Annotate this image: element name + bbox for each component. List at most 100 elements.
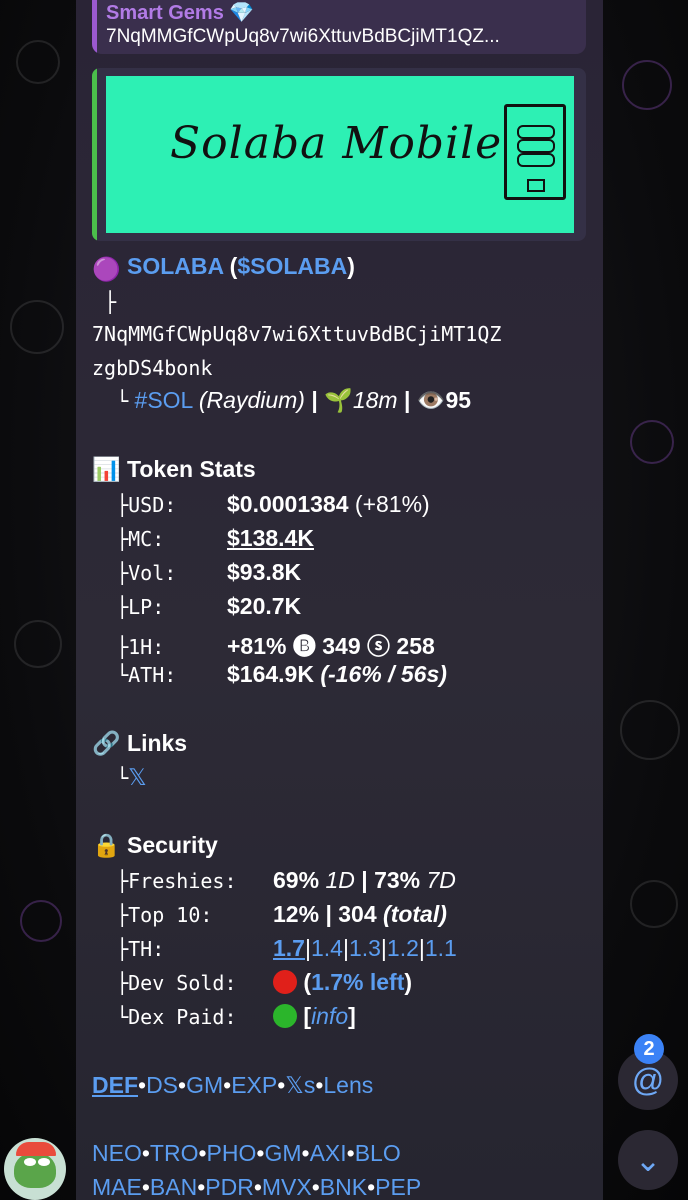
quick-link[interactable]: MVX [262, 1174, 312, 1200]
tree-branch: ├ [92, 290, 116, 314]
chevron-down-icon: ⌄ [634, 1142, 662, 1178]
links-header: 🔗 Links [92, 730, 187, 757]
wallpaper-doodle [630, 880, 678, 928]
th-link[interactable]: 1.1 [425, 935, 457, 961]
quick-link[interactable]: GM [264, 1140, 301, 1166]
token-title: 🟣 SOLABA ($SOLABA) [92, 253, 355, 283]
quick-link[interactable]: BAN [150, 1174, 197, 1200]
security-row-top10: ├Top 10: 12% | 304 (total) [116, 901, 447, 927]
info-link[interactable]: info [311, 1003, 348, 1029]
quick-links-row-2: NEO•TRO•PHO•GM•AXI•BLO [92, 1140, 401, 1166]
stat-extra: (-16% / 56s) [320, 661, 447, 687]
chain-hashtag[interactable]: #SOL [135, 387, 193, 413]
x-link[interactable]: 𝕏 [128, 764, 147, 790]
token-ticker-link[interactable]: $SOLABA [237, 253, 347, 279]
stat-row-usd: ├USD: $0.0001384 (+81%) [116, 491, 430, 517]
stat-row-1h: ├1H: +81% 🅑 349 ⓢ 258 [116, 633, 435, 659]
stat-label: LP: [128, 595, 165, 619]
stat-value: $0.0001384 [227, 491, 349, 517]
token-address-line2[interactable]: zgbDS4bonk [92, 356, 212, 380]
quick-link[interactable]: PHO [207, 1140, 257, 1166]
stat-label: USD: [128, 493, 177, 517]
th-link[interactable]: 1.4 [311, 935, 343, 961]
wallpaper-doodle [14, 620, 62, 668]
tree-prefix: ├ [104, 290, 117, 314]
phone-drawing-icon [504, 104, 566, 200]
quick-link[interactable]: DS [146, 1072, 178, 1098]
quick-link[interactable]: Lens [323, 1072, 373, 1098]
stat-value: $93.8K [227, 559, 302, 585]
reply-accent-bar [92, 0, 97, 54]
stat-row-vol: ├Vol: $93.8K [116, 559, 302, 585]
stat-label: ATH: [128, 663, 177, 687]
message-bubble: Smart Gems 💎 7NqMMGfCWpUq8v7wi6XttuvBdBC… [76, 0, 603, 1200]
green-circle-icon [273, 1004, 297, 1028]
lock-icon: 🔒 [92, 832, 121, 858]
seedling-icon: 🌱 [324, 387, 353, 413]
token-age: 18m [352, 387, 398, 413]
stat-row-ath: └ATH: $164.9K (-16% / 56s) [116, 661, 447, 687]
red-circle-icon [273, 970, 297, 994]
th-link[interactable]: 1.3 [349, 935, 381, 961]
purple-circle-icon: 🟣 [92, 256, 121, 282]
reply-title: Smart Gems 💎 [106, 2, 255, 24]
view-count: 95 [445, 387, 472, 413]
quick-link[interactable]: BNK [320, 1174, 367, 1200]
quick-link[interactable]: BLO [355, 1140, 401, 1166]
separator: | [403, 387, 411, 413]
market-cap-link[interactable]: $138.4K [227, 525, 314, 551]
wallpaper-doodle [620, 700, 680, 760]
reply-preview[interactable]: Smart Gems 💎 7NqMMGfCWpUq8v7wi6XttuvBdBC… [92, 0, 586, 54]
wallpaper-doodle [16, 40, 60, 84]
security-header: 🔒 Security [92, 832, 218, 859]
section-title: Links [127, 730, 188, 756]
handwritten-logo: Solaba Mobile [170, 118, 503, 169]
media-accent-bar [92, 68, 97, 241]
quick-link[interactable]: EXP [231, 1072, 277, 1098]
quick-link[interactable]: MAE [92, 1174, 142, 1200]
at-icon: @ [631, 1061, 665, 1098]
eye-icon: 👁️ [416, 387, 446, 413]
stat-value: $20.7K [227, 593, 302, 619]
media-preview[interactable]: Solaba Mobile [92, 68, 586, 241]
security-row-dex-paid: └Dex Paid: [info] [116, 1003, 356, 1029]
scroll-down-button[interactable]: ⌄ [618, 1130, 678, 1190]
quick-links-row-1: DEF•DS•GM•EXP•𝕏s•Lens [92, 1072, 374, 1098]
dev-left-value: 1.7% left [311, 969, 405, 995]
quick-link[interactable]: GM [186, 1072, 223, 1098]
th-link[interactable]: 1.2 [387, 935, 419, 961]
quick-link[interactable]: NEO [92, 1140, 142, 1166]
wallpaper-doodle [630, 420, 674, 464]
quick-link[interactable]: AXI [310, 1140, 347, 1166]
token-stats-header: 📊 Token Stats [92, 456, 256, 483]
section-title: Token Stats [127, 456, 256, 482]
preview-image: Solaba Mobile [106, 76, 574, 233]
stat-label: Vol: [128, 561, 177, 585]
chart-icon: 📊 [92, 456, 121, 482]
sender-avatar[interactable] [4, 1138, 66, 1200]
stat-label: MC: [128, 527, 165, 551]
quick-link[interactable]: DEF [92, 1072, 138, 1098]
wallpaper-doodle [622, 60, 672, 110]
dex-name: (Raydium) [198, 387, 305, 413]
section-title: Security [127, 832, 218, 858]
reply-address: 7NqMMGfCWpUq8v7wi6XttuvBdBCjiMT1QZ... [106, 26, 500, 47]
wallpaper-doodle [20, 900, 62, 942]
security-row-th: ├TH: 1.7|1.4|1.3|1.2|1.1 [116, 935, 457, 961]
th-link[interactable]: 1.7 [273, 935, 305, 961]
mentions-badge: 2 [634, 1034, 664, 1064]
links-row: └𝕏 [116, 764, 147, 790]
tree-prefix: └ [116, 389, 129, 413]
quick-link[interactable]: PEP [375, 1174, 421, 1200]
token-address-line1[interactable]: 7NqMMGfCWpUq8v7wi6XttuvBdBCjiMT1QZ [92, 322, 501, 346]
ticker-paren: ( [223, 253, 238, 279]
quick-link[interactable]: 𝕏s [285, 1072, 315, 1098]
stat-label: 1H: [128, 635, 165, 659]
link-icon: 🔗 [92, 730, 121, 756]
quick-link[interactable]: PDR [205, 1174, 254, 1200]
stat-value: +81% [227, 633, 287, 659]
buy-sell-counts: 🅑 349 ⓢ 258 [292, 633, 435, 659]
token-name-link[interactable]: SOLABA [127, 253, 223, 279]
ticker-paren: ) [347, 253, 355, 279]
quick-link[interactable]: TRO [150, 1140, 199, 1166]
